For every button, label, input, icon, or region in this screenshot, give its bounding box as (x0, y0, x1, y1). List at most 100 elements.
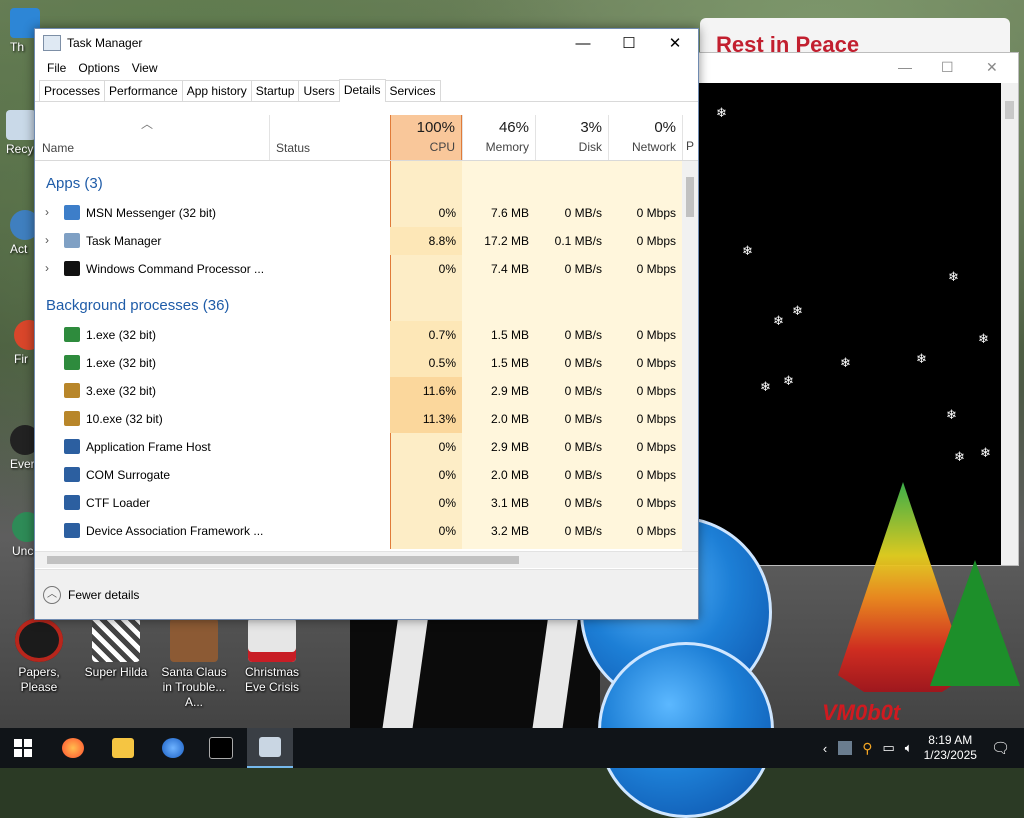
chevron-up-icon[interactable]: ︿ (43, 586, 61, 604)
group-apps: Apps (3) (46, 175, 103, 192)
taskbar-firefox[interactable] (50, 728, 96, 768)
fewer-details-link[interactable]: Fewer details (68, 588, 139, 602)
menu-file[interactable]: File (41, 61, 72, 75)
tab-strip: Processes Performance App history Startu… (35, 79, 698, 102)
process-row[interactable]: › Task Manager 8.8% 17.2 MB 0.1 MB/s 0 Mbps (35, 227, 682, 255)
scrollbar-thumb[interactable] (1005, 101, 1014, 119)
snow-window[interactable]: — ☐ ✕ ❄ ❄ ❄ ❄ ❄ ❄ ❄ ❄ ❄ ❄ ❄ ❄ ❄ (697, 52, 1019, 566)
network-value: 0 Mbps (636, 496, 676, 510)
vertical-scrollbar[interactable] (682, 161, 698, 551)
process-icon (64, 205, 80, 220)
column-name[interactable]: Name (42, 141, 74, 155)
process-row[interactable]: 3.exe (32 bit) 11.6% 2.9 MB 0 MB/s 0 Mbps (35, 377, 682, 405)
cpu-value: 0% (438, 496, 456, 510)
tab-processes[interactable]: Processes (39, 80, 106, 101)
process-icon (64, 439, 80, 454)
minimize-icon[interactable]: — (898, 59, 912, 75)
folder-icon (112, 738, 134, 758)
taskbar: ‹ ⚲ ▭ 🔈︎ 8:19 AM 1/23/2025 🗨︎ (0, 728, 1024, 768)
snowflake-icon: ❄ (760, 379, 771, 394)
process-row[interactable]: CTF Loader 0% 3.1 MB 0 MB/s 0 Mbps (35, 489, 682, 517)
taskbar-msn-messenger[interactable] (150, 728, 196, 768)
maximize-icon[interactable]: ☐ (941, 59, 954, 76)
desktop-icon-label: Act (10, 242, 28, 256)
clock[interactable]: 8:19 AM 1/23/2025 (924, 733, 977, 763)
clock-date: 1/23/2025 (923, 748, 977, 762)
process-row[interactable]: COM Surrogate 0% 2.0 MB 0 MB/s 0 Mbps (35, 461, 682, 489)
expand-chevron-icon[interactable]: › (45, 261, 49, 275)
cpu-value: 11.3% (390, 405, 462, 433)
chevron-left-icon[interactable]: ‹ (823, 741, 827, 756)
recycle-bin-icon[interactable]: Recy (6, 110, 36, 156)
title-bar[interactable]: Task Manager — ☐ ✕ (35, 29, 698, 57)
tab-users[interactable]: Users (298, 80, 340, 101)
tab-app-history[interactable]: App history (181, 80, 252, 101)
start-button[interactable] (0, 728, 46, 768)
desktop-icon-christmas-eve-crisis[interactable]: Christmas Eve Crisis (236, 618, 308, 695)
memory-value: 3.2 MB (490, 524, 529, 538)
search-tray-icon[interactable]: ⚲ (862, 740, 872, 757)
minimize-button[interactable]: — (560, 29, 606, 57)
task-manager-app-icon (43, 35, 61, 51)
process-row[interactable]: 1.exe (32 bit) 0.7% 1.5 MB 0 MB/s 0 Mbps (35, 321, 682, 349)
taskbar-task-manager[interactable] (247, 728, 293, 768)
taskbar-command-prompt[interactable] (198, 728, 244, 768)
expand-chevron-icon[interactable]: › (45, 233, 49, 247)
process-icon (64, 233, 80, 248)
column-disk[interactable]: 3% Disk (535, 115, 608, 160)
task-manager-window[interactable]: Task Manager — ☐ ✕ File Options View Pro… (34, 28, 699, 620)
network-value: 0 Mbps (636, 262, 676, 276)
close-button[interactable]: ✕ (652, 29, 698, 57)
notification-icon[interactable]: 🗨︎ (991, 739, 1010, 757)
process-row[interactable]: Application Frame Host 0% 2.9 MB 0 MB/s 0 Mb… (35, 433, 682, 461)
snow-window-titlebar[interactable]: — ☐ ✕ (698, 53, 1018, 83)
scrollbar-thumb[interactable] (47, 556, 519, 564)
disk-value: 0 MB/s (564, 206, 602, 220)
tab-startup[interactable]: Startup (250, 80, 300, 101)
disk-value: 0 MB/s (564, 440, 602, 454)
desktop-icon-super-hilda[interactable]: Super Hilda (80, 618, 152, 680)
memory-value: 7.6 MB (490, 206, 529, 220)
process-row[interactable]: › Windows Command Processor ... 0% 7.4 MB 0 … (35, 255, 682, 283)
desktop-icon-santa-claus[interactable]: Santa Claus in Trouble... A... (158, 618, 230, 710)
snowflake-icon: ❄ (840, 355, 851, 370)
road-graphic (350, 610, 600, 740)
process-icon (64, 383, 80, 398)
column-network[interactable]: 0% Network (608, 115, 682, 160)
cpu-value: 8.8% (390, 227, 462, 255)
process-row[interactable]: Device Association Framework ... 0% 3.2 MB… (35, 517, 682, 545)
sort-ascending-icon[interactable]: ︿ (141, 115, 153, 132)
horizontal-scrollbar[interactable] (35, 551, 698, 568)
disk-value: 0.1 MB/s (554, 234, 602, 248)
cpu-value: 0% (438, 262, 456, 276)
process-row[interactable]: › MSN Messenger (32 bit) 0% 7.6 MB 0 MB/s 0 M… (35, 199, 682, 227)
desktop-icon-papers-please[interactable]: Papers, Please (3, 618, 75, 695)
monitor-icon[interactable]: ▭ (882, 740, 894, 756)
cpu-value: 0% (438, 468, 456, 482)
process-row[interactable]: 10.exe (32 bit) 11.3% 2.0 MB 0 MB/s 0 Mbps (35, 405, 682, 433)
menu-options[interactable]: Options (72, 61, 125, 75)
column-power-partial[interactable]: P (682, 115, 698, 160)
close-icon[interactable]: ✕ (986, 59, 998, 76)
menu-view[interactable]: View (126, 61, 164, 75)
cpu-label: CPU (429, 140, 455, 154)
group-background: Background processes (36) (46, 297, 230, 314)
process-row[interactable]: 1.exe (32 bit) 0.5% 1.5 MB 0 MB/s 0 Mbps (35, 349, 682, 377)
taskbar-file-explorer[interactable] (100, 728, 146, 768)
cpu-value: 0% (438, 206, 456, 220)
network-tray-icon[interactable] (838, 741, 853, 755)
expand-chevron-icon[interactable]: › (45, 205, 49, 219)
tab-details[interactable]: Details (338, 79, 386, 102)
scrollbar-thumb[interactable] (686, 177, 694, 217)
column-status-cell[interactable] (269, 115, 390, 160)
speaker-icon[interactable]: 🔈︎ (905, 740, 913, 756)
maximize-button[interactable]: ☐ (606, 29, 652, 57)
memory-label: Memory (485, 140, 529, 154)
column-cpu[interactable]: 100% CPU (390, 115, 462, 160)
column-memory[interactable]: 46% Memory (462, 115, 535, 160)
tab-performance[interactable]: Performance (104, 80, 183, 101)
tab-services[interactable]: Services (384, 80, 441, 101)
process-icon (64, 411, 80, 426)
process-name: 1.exe (32 bit) (86, 356, 157, 370)
snow-window-scrollbar[interactable] (1001, 83, 1018, 565)
